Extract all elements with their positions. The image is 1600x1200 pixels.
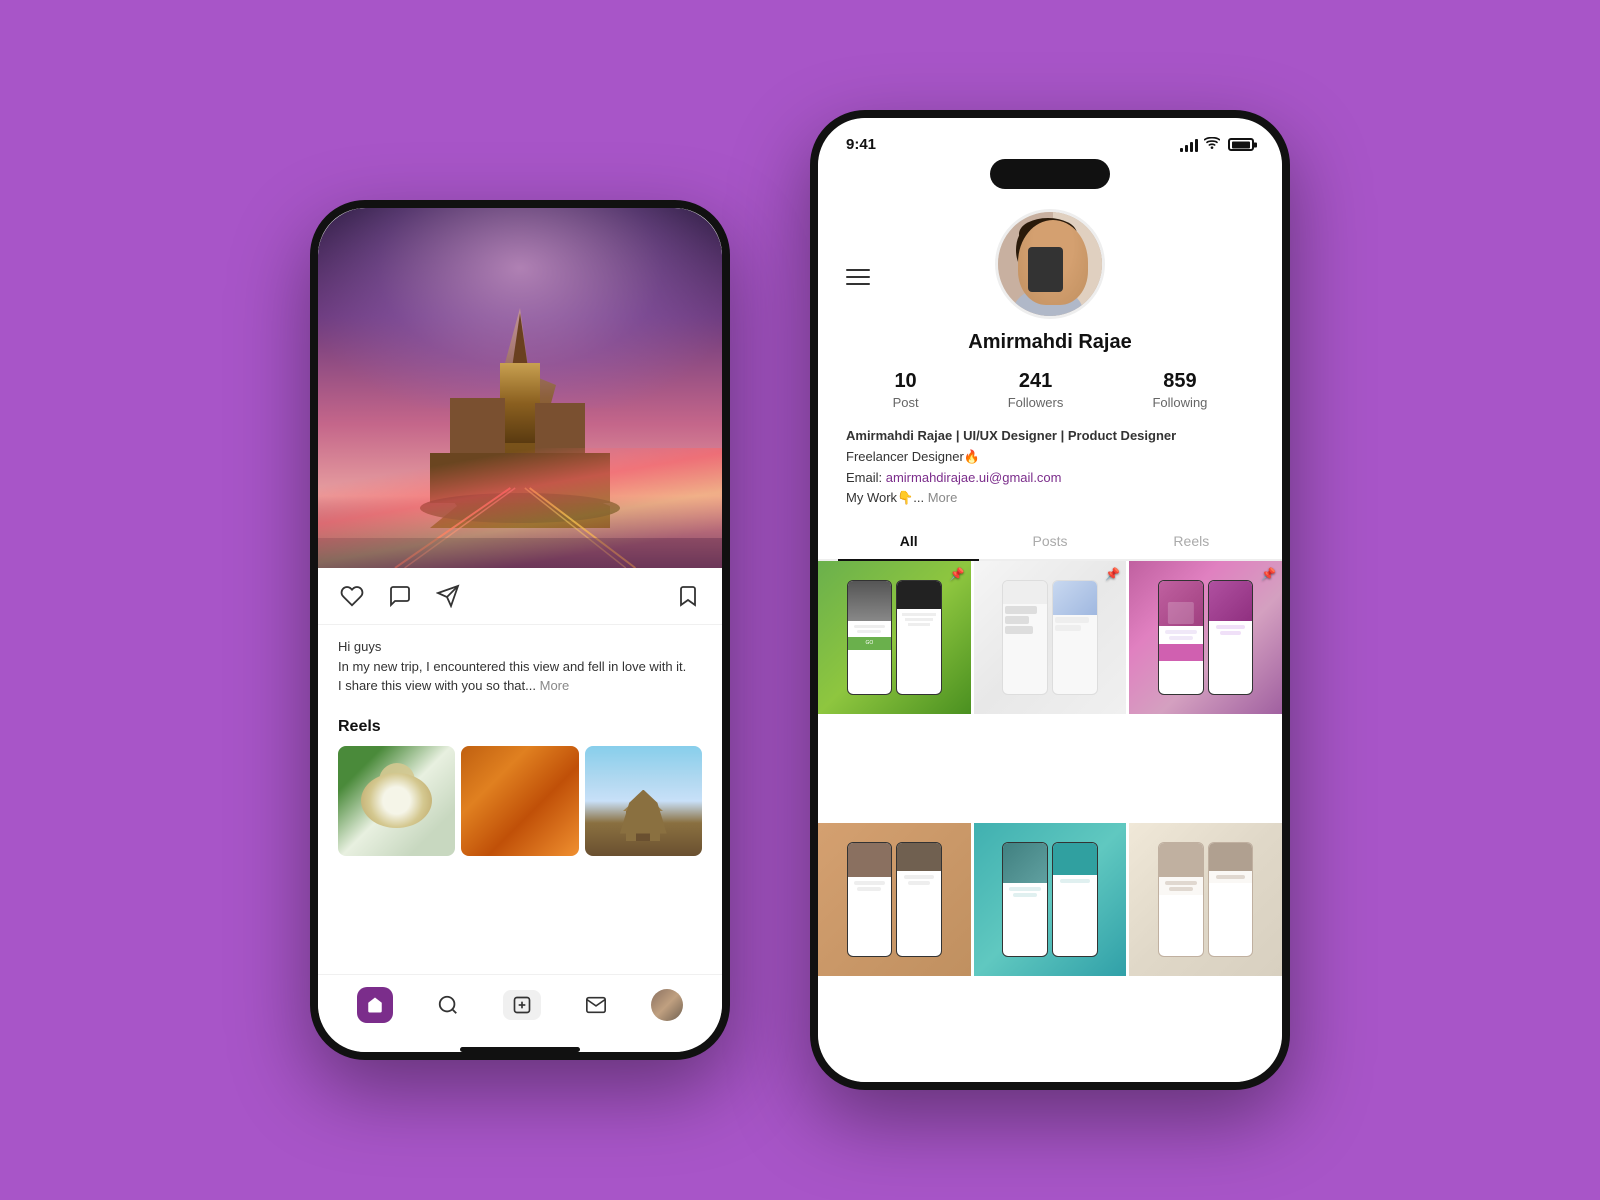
like-icon[interactable] — [338, 582, 366, 610]
profile-tabs: All Posts Reels — [818, 523, 1282, 561]
mini-phone-5b — [1052, 842, 1098, 957]
bio-name-title: Amirmahdi Rajae | UI/UX Designer | Produ… — [846, 428, 1176, 443]
temple — [618, 791, 668, 846]
bio-freelancer: Freelancer Designer🔥 — [846, 447, 1254, 468]
nav-home-icon[interactable] — [357, 987, 393, 1023]
stats-row: 10 Post 241 Followers 859 Following — [848, 370, 1252, 410]
reel-item-coffee[interactable] — [338, 746, 455, 856]
gallery-phones-5 — [974, 823, 1127, 976]
following-count: 859 — [1163, 370, 1196, 393]
post-caption: Hi guys In my new trip, I encountered th… — [318, 625, 722, 708]
following-label: Following — [1152, 395, 1207, 410]
mini-phone-3b — [1208, 580, 1254, 695]
mini-phone-4a — [847, 842, 893, 956]
dynamic-island — [990, 159, 1110, 189]
caption-more[interactable]: More — [540, 678, 570, 693]
coffee-cup — [372, 756, 422, 806]
gallery-phones-3 — [1129, 561, 1282, 714]
stat-posts: 10 Post — [893, 370, 919, 410]
reel-item-temple[interactable] — [585, 746, 702, 856]
profile-header: Amirmahdi Rajae 10 Post 241 Followers 85… — [818, 189, 1282, 426]
posts-label: Post — [893, 395, 919, 410]
home-indicator — [460, 1047, 580, 1052]
castle-silhouette — [420, 308, 620, 538]
mini-phone-3a — [1158, 580, 1204, 695]
mini-phone-4b — [896, 842, 942, 956]
reels-section: Reels — [318, 708, 722, 856]
gallery-item-1[interactable]: GO 📌 — [818, 561, 971, 714]
post-actions-bar — [318, 568, 722, 625]
hero-image — [318, 208, 722, 568]
light-trails — [318, 448, 722, 568]
gallery-phones-2 — [974, 561, 1127, 714]
reels-title: Reels — [338, 718, 702, 736]
mini-phone-5a — [1002, 842, 1048, 957]
status-time: 9:41 — [846, 136, 876, 153]
bio-email-prefix: Email: — [846, 470, 886, 485]
gallery-phones-4 — [818, 823, 971, 976]
nav-add-icon[interactable] — [503, 990, 541, 1020]
followers-label: Followers — [1008, 395, 1064, 410]
gallery-item-3[interactable]: 📌 — [1129, 561, 1282, 714]
gallery-item-6[interactable] — [1129, 823, 1282, 976]
right-phone: 9:41 — [810, 110, 1290, 1090]
wifi-icon — [1204, 137, 1220, 152]
right-screen: 9:41 — [818, 118, 1282, 1082]
signal-icon — [1180, 138, 1198, 152]
posts-count: 10 — [894, 370, 916, 393]
gallery-phones-6 — [1129, 823, 1282, 976]
pin-icon-3: 📌 — [1261, 567, 1276, 581]
reel-item-texture[interactable] — [461, 746, 578, 856]
top-area: 9:41 — [818, 118, 1282, 189]
mini-phone-1a: GO — [847, 580, 893, 694]
status-bar: 9:41 — [818, 122, 1282, 153]
mini-phone-2b — [1052, 580, 1098, 695]
nav-inbox-icon[interactable] — [578, 987, 614, 1023]
mini-phone-6b — [1208, 842, 1254, 957]
bio-work-row: My Work👇... More — [846, 488, 1254, 509]
bio-email[interactable]: amirmahdirajae.ui@gmail.com — [886, 470, 1062, 485]
tab-all[interactable]: All — [838, 523, 979, 559]
stat-followers: 241 Followers — [1008, 370, 1064, 410]
pin-icon-2: 📌 — [1105, 567, 1120, 581]
mini-phone-2a — [1002, 580, 1048, 695]
status-icons — [1180, 137, 1254, 152]
gallery-item-5[interactable] — [974, 823, 1127, 976]
nav-avatar[interactable] — [651, 989, 683, 1021]
bio-work: My Work👇... — [846, 490, 924, 505]
profile-avatar — [995, 209, 1105, 319]
bio-email-row: Email: amirmahdirajae.ui@gmail.com — [846, 468, 1254, 489]
comment-icon[interactable] — [386, 582, 414, 610]
tab-posts[interactable]: Posts — [979, 523, 1120, 559]
mini-phone-6a — [1158, 842, 1204, 957]
gallery-item-2[interactable]: 📌 — [974, 561, 1127, 714]
avatar-image — [998, 212, 1105, 319]
pin-icon-1: 📌 — [950, 567, 965, 581]
reels-grid — [338, 746, 702, 856]
gallery-item-4[interactable] — [818, 823, 971, 976]
profile-content: Amirmahdi Rajae 10 Post 241 Followers 85… — [818, 189, 1282, 1082]
gallery-grid: GO 📌 — [818, 561, 1282, 1082]
stat-following: 859 Following — [1152, 370, 1207, 410]
battery-icon — [1228, 138, 1254, 151]
caption-line1: Hi guys — [338, 637, 702, 657]
bio-section: Amirmahdi Rajae | UI/UX Designer | Produ… — [818, 426, 1282, 509]
hamburger-menu[interactable] — [846, 269, 870, 285]
nav-search-icon[interactable] — [430, 987, 466, 1023]
caption-line3: I share this view with you so that... — [338, 678, 536, 693]
bottom-navigation — [318, 974, 722, 1043]
share-icon[interactable] — [434, 582, 462, 610]
bio-more[interactable]: More — [928, 490, 958, 505]
gallery-phones-1: GO — [818, 561, 971, 714]
mini-phone-1b — [896, 580, 942, 694]
caption-line2: In my new trip, I encountered this view … — [338, 657, 702, 677]
left-screen: Hi guys In my new trip, I encountered th… — [318, 208, 722, 1052]
left-phone: Hi guys In my new trip, I encountered th… — [310, 200, 730, 1060]
bookmark-icon[interactable] — [674, 582, 702, 610]
tab-reels[interactable]: Reels — [1121, 523, 1262, 559]
followers-count: 241 — [1019, 370, 1052, 393]
profile-name: Amirmahdi Rajae — [968, 331, 1131, 354]
